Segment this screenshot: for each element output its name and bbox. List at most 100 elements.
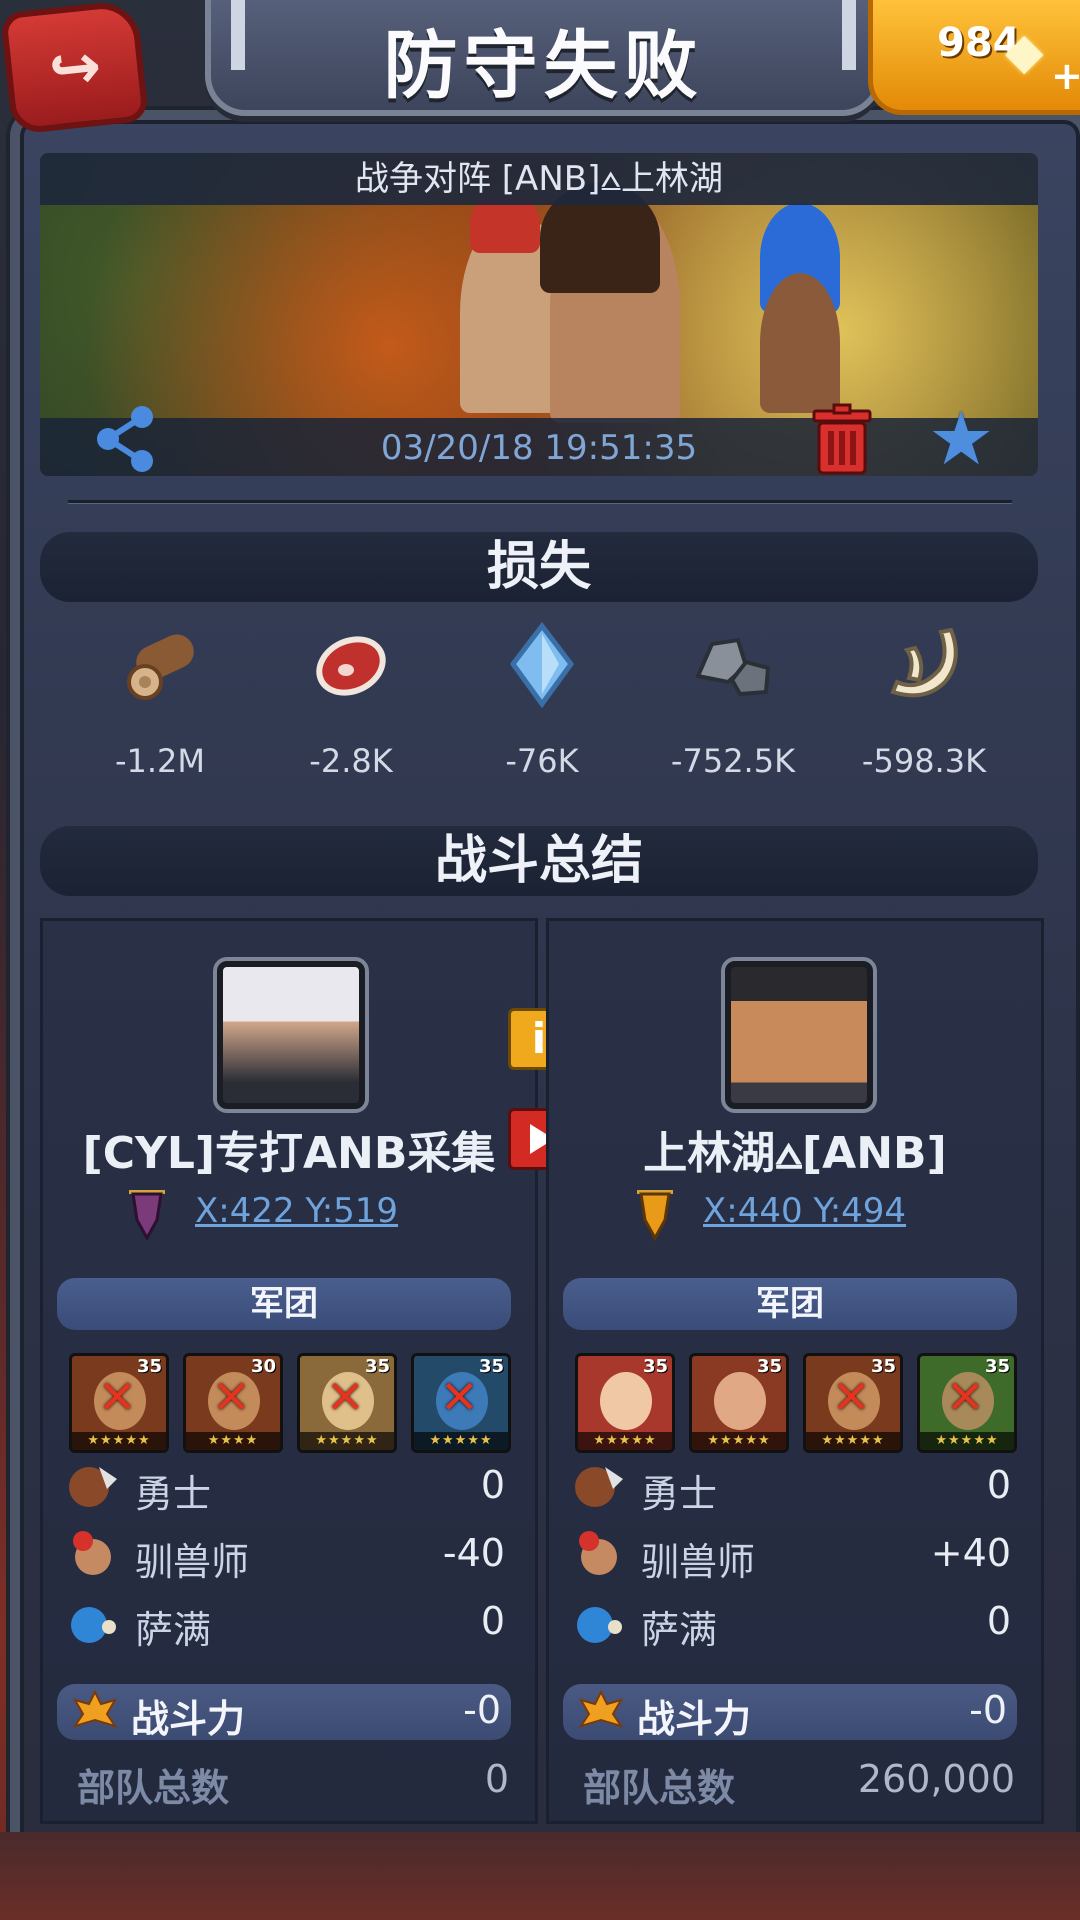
- total-troops-label: 部队总数: [583, 1766, 736, 1810]
- warrior-icon: [69, 1467, 117, 1507]
- defender-coordinates-link[interactable]: X:440 Y:494: [703, 1191, 906, 1231]
- unit-value: 0: [480, 1599, 505, 1643]
- plus-icon: +: [1051, 54, 1080, 98]
- combat-power-value: -0: [969, 1688, 1007, 1732]
- hero-card[interactable]: 35 ✕ ★★★★★: [803, 1353, 903, 1453]
- defender-panel: 上林湖⩟[ANB] X:440 Y:494 军团 35 ★★★★★ 35 ★★★…: [546, 918, 1044, 1824]
- hero-portrait: [600, 1372, 652, 1430]
- loss-item-stone: -752.5K: [653, 620, 813, 780]
- loss-item-crystal: -76K: [462, 620, 622, 780]
- attacker-coordinates-link[interactable]: X:422 Y:519: [195, 1191, 398, 1231]
- battle-banner: 战争对阵 [ANB]⩟上林湖 03/20/18 19:51:35 ★: [40, 153, 1038, 476]
- hero-card[interactable]: 35 ✕ ★★★★★: [297, 1353, 397, 1453]
- loss-value: -2.8K: [309, 742, 393, 780]
- attacker-legion-label: 军团: [57, 1278, 511, 1330]
- orange-flag-icon: [637, 1190, 673, 1242]
- hero-stars: ★★★★★: [692, 1432, 786, 1450]
- hero-stars: ★★★★★: [300, 1432, 394, 1450]
- unit-name: 驯兽师: [641, 1540, 756, 1584]
- hero-card[interactable]: 35 ✕ ★★★★★: [69, 1353, 169, 1453]
- back-button[interactable]: ↩: [0, 0, 150, 135]
- trash-icon[interactable]: [810, 403, 874, 476]
- combat-power-bar: 战斗力 -0: [57, 1684, 511, 1741]
- tamer-icon: [579, 1531, 617, 1575]
- bone-icon: [890, 627, 958, 698]
- loss-item-wood: -1.2M: [80, 620, 240, 780]
- hero-card[interactable]: 30 ✕ ★★★★: [183, 1353, 283, 1453]
- attacker-panel: [CYL]专打ANB采集 X:422 Y:519 军团 35 ✕ ★★★★★ 3…: [40, 918, 538, 1824]
- meat-icon: [316, 636, 386, 696]
- summary-header: 战斗总结: [40, 826, 1038, 896]
- diamond-icon: ◆: [1005, 22, 1044, 80]
- unit-name: 萨满: [641, 1608, 718, 1652]
- crystal-icon: [509, 621, 575, 709]
- losses-header: 损失: [40, 532, 1038, 602]
- favorite-star-icon[interactable]: ★: [928, 401, 1004, 476]
- defender-avatar[interactable]: [721, 957, 877, 1113]
- info-icon: i: [531, 1014, 547, 1063]
- hero-level: 35: [984, 1356, 1010, 1377]
- title-plate: 防守失败: [205, 0, 882, 116]
- hero-stars: ★★★★: [186, 1432, 280, 1450]
- unit-value: 0: [986, 1599, 1011, 1643]
- back-arrow-icon: ↩: [44, 27, 105, 107]
- unit-value: 0: [986, 1463, 1011, 1507]
- hero-level: 35: [870, 1356, 896, 1377]
- defeated-x-icon: ✕: [440, 1370, 479, 1424]
- battle-title: 战争对阵 [ANB]⩟上林湖: [40, 153, 1038, 205]
- total-troops-value: 260,000: [857, 1757, 1015, 1801]
- loss-item-meat: -2.8K: [271, 620, 431, 780]
- unit-name: 勇士: [135, 1472, 212, 1516]
- hero-stars: ★★★★★: [578, 1432, 672, 1450]
- hero-card[interactable]: 35 ✕ ★★★★★: [411, 1353, 511, 1453]
- wood-icon: [127, 634, 194, 700]
- unit-value: -40: [442, 1531, 505, 1575]
- defeated-x-icon: ✕: [326, 1370, 365, 1424]
- combat-power-bar: 战斗力 -0: [563, 1684, 1017, 1741]
- hero-card[interactable]: 35 ✕ ★★★★★: [917, 1353, 1017, 1453]
- defeated-x-icon: ✕: [98, 1370, 137, 1424]
- defeated-x-icon: ✕: [946, 1370, 985, 1424]
- phoenix-icon: [578, 1689, 624, 1728]
- attacker-name: [CYL]专打ANB采集: [82, 1128, 496, 1179]
- page-title: 防守失败: [383, 23, 704, 109]
- unit-name: 勇士: [641, 1472, 718, 1516]
- combat-power-label: 战斗力: [131, 1697, 246, 1741]
- unit-row-shaman: 萨满 0: [63, 1595, 515, 1653]
- unit-value: 0: [480, 1463, 505, 1507]
- hero-card[interactable]: 35 ★★★★★: [575, 1353, 675, 1453]
- defeated-x-icon: ✕: [832, 1370, 871, 1424]
- unit-name: 驯兽师: [135, 1540, 250, 1584]
- share-icon[interactable]: [90, 403, 162, 475]
- defender-name: 上林湖⩟[ANB]: [643, 1128, 947, 1179]
- hero-level: 35: [364, 1356, 390, 1377]
- warrior-icon: [575, 1467, 623, 1507]
- defeated-x-icon: ✕: [212, 1370, 251, 1424]
- purple-flag-icon: [129, 1190, 165, 1242]
- hero-level: 35: [642, 1356, 668, 1377]
- hero-portrait: [714, 1372, 766, 1430]
- unit-name: 萨满: [135, 1608, 212, 1652]
- hero-card[interactable]: 35 ★★★★★: [689, 1353, 789, 1453]
- gem-counter-button[interactable]: 984 ◆ +: [868, 0, 1080, 115]
- shaman-icon: [71, 1607, 116, 1643]
- unit-value: +40: [930, 1531, 1011, 1575]
- attacker-avatar[interactable]: [213, 957, 369, 1113]
- total-troops-value: 0: [484, 1757, 509, 1801]
- hero-stars: ★★★★★: [414, 1432, 508, 1450]
- loss-value: -76K: [505, 742, 579, 780]
- shaman-icon: [577, 1607, 622, 1643]
- unit-row-warrior: 勇士 0: [63, 1459, 515, 1517]
- hero-stars: ★★★★★: [920, 1432, 1014, 1450]
- combat-power-value: -0: [463, 1688, 501, 1732]
- hero-level: 35: [136, 1356, 162, 1377]
- divider: [68, 500, 1012, 504]
- unit-row-tamer: 驯兽师 -40: [63, 1527, 515, 1585]
- loss-item-bone: -598.3K: [844, 620, 1004, 780]
- unit-row-warrior: 勇士 0: [569, 1459, 1021, 1517]
- unit-row-shaman: 萨满 0: [569, 1595, 1021, 1653]
- bottom-frame: [0, 1832, 1080, 1920]
- loss-value: -598.3K: [861, 742, 987, 780]
- tamer-icon: [73, 1531, 111, 1575]
- defender-legion-label: 军团: [563, 1278, 1017, 1330]
